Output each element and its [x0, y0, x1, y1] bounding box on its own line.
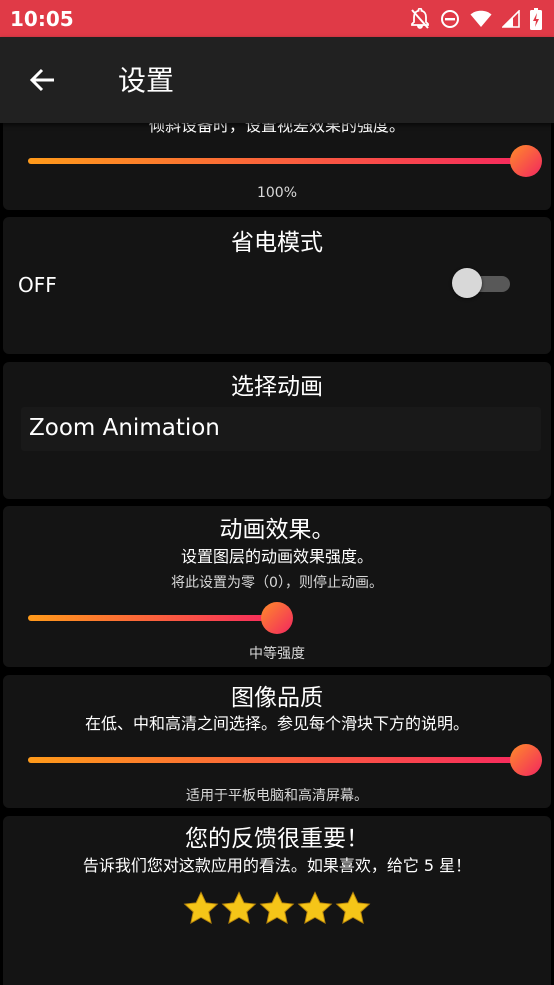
slider-fill [28, 158, 526, 164]
animation-effect-note: 将此设置为零（0），则停止动画。 [171, 575, 383, 591]
image-quality-description: 在低、中和高清之间选择。参见每个滑块下方的说明。 [84, 714, 469, 733]
star-icon[interactable] [334, 890, 372, 928]
wifi-icon [470, 10, 492, 27]
parallax-value: 100% [256, 185, 298, 201]
parallax-slider[interactable] [28, 145, 542, 177]
animation-dropdown-value: Zoom Animation [29, 415, 220, 441]
image-quality-value: 适用于平板电脑和高清屏幕。 [186, 788, 368, 804]
animation-effect-value: 中等强度 [249, 646, 305, 662]
do-not-disturb-icon [441, 9, 459, 28]
slider-thumb[interactable] [261, 602, 293, 634]
slider-fill [28, 757, 526, 763]
animation-effect-slider[interactable] [28, 602, 526, 634]
settings-list[interactable]: 倾斜设备时，设置视差效果的强度。 100% 省电模式 OFF 选择动画 Zoom… [0, 123, 554, 985]
slider-thumb[interactable] [510, 145, 542, 177]
star-icon[interactable] [220, 890, 258, 928]
animation-effect-description: 设置图层的动画效果强度。 [180, 547, 373, 566]
status-bar: 10:05 [0, 0, 554, 37]
battery-saver-switch[interactable] [452, 268, 512, 298]
feedback-description: 告诉我们您对这款应用的看法。如果喜欢，给它 5 星！ [82, 856, 472, 875]
feedback-title: 您的反馈很重要！ [185, 826, 369, 852]
slider-fill [28, 615, 277, 621]
rating-stars[interactable] [3, 890, 551, 928]
back-button[interactable] [24, 62, 60, 98]
battery-charging-icon [530, 7, 542, 30]
animation-effect-title: 动画效果。 [219, 517, 335, 543]
parallax-card: 倾斜设备时，设置视差效果的强度。 100% [3, 123, 551, 210]
star-icon[interactable] [296, 890, 334, 928]
animation-effect-card: 动画效果。 设置图层的动画效果强度。 将此设置为零（0），则停止动画。 中等强度 [3, 506, 551, 667]
select-animation-title: 选择动画 [231, 374, 323, 400]
slider-thumb[interactable] [510, 744, 542, 776]
status-time: 10:05 [10, 6, 74, 31]
animation-dropdown[interactable]: Zoom Animation [21, 407, 541, 451]
parallax-description: 倾斜设备时，设置视差效果的强度。 [148, 123, 405, 135]
page-title: 设置 [118, 64, 175, 97]
star-icon[interactable] [182, 890, 220, 928]
signal-icon [502, 9, 520, 28]
switch-thumb [452, 268, 482, 298]
image-quality-slider[interactable] [28, 744, 542, 776]
image-quality-card: 图像品质 在低、中和高清之间选择。参见每个滑块下方的说明。 适用于平板电脑和高清… [3, 675, 551, 808]
arrow-back-icon [29, 68, 54, 92]
status-icons [410, 7, 542, 30]
notifications-off-icon [411, 7, 429, 29]
feedback-card: 您的反馈很重要！ 告诉我们您对这款应用的看法。如果喜欢，给它 5 星！ [3, 816, 551, 985]
select-animation-card: 选择动画 Zoom Animation [3, 362, 551, 499]
battery-saver-title: 省电模式 [231, 230, 323, 256]
star-icon[interactable] [258, 890, 296, 928]
image-quality-title: 图像品质 [231, 685, 323, 711]
battery-saver-card: 省电模式 OFF [3, 217, 551, 354]
app-bar: 设置 [0, 37, 554, 123]
battery-saver-state: OFF [18, 273, 57, 297]
